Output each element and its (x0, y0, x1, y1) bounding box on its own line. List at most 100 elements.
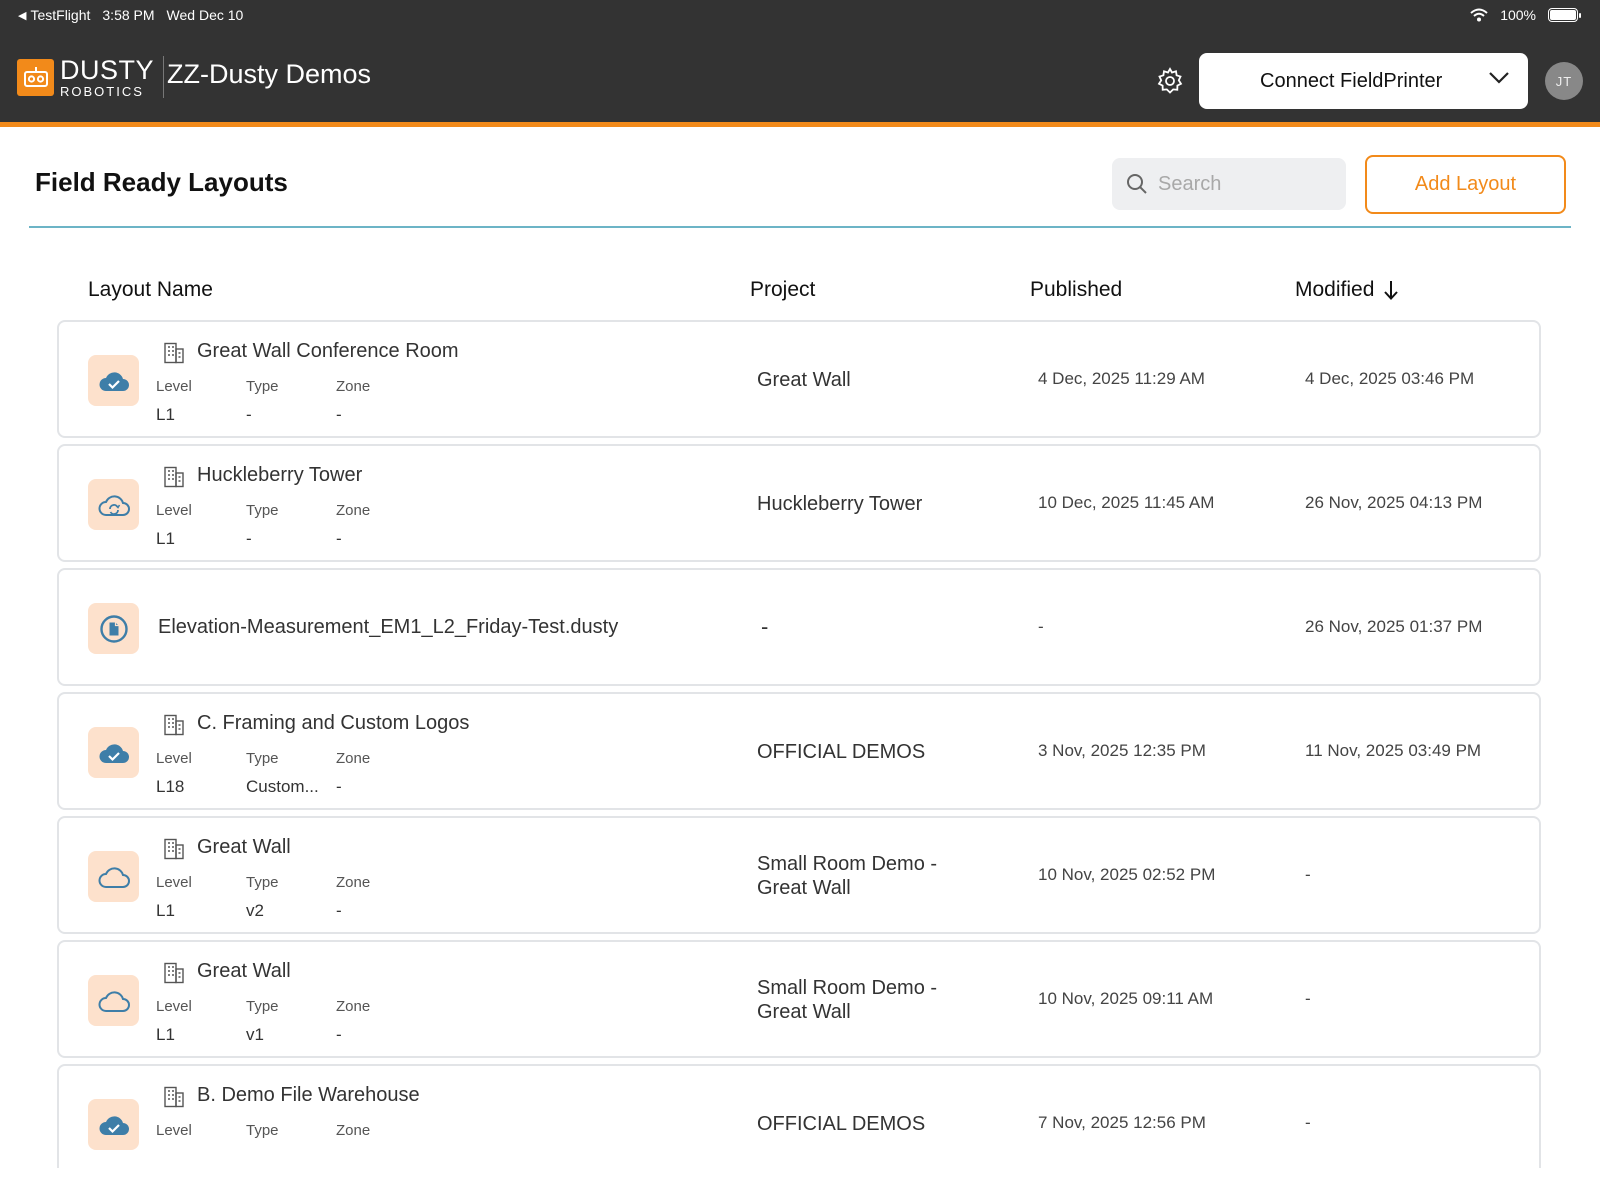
zone-label: Zone (336, 750, 371, 767)
settings-gear-icon[interactable] (1155, 66, 1185, 96)
company-logo: DUSTY ROBOTICS (17, 54, 165, 98)
zone-label: Zone (336, 378, 371, 395)
layout-name: Great Wall Conference Room (197, 340, 459, 362)
header-accent-line (0, 122, 1600, 127)
zone-label: Zone (336, 1122, 371, 1139)
zone-value: - (336, 901, 342, 920)
layout-name: Great Wall (197, 836, 291, 858)
modified-date: 26 Nov, 2025 01:37 PM (1305, 617, 1483, 636)
connect-label: Connect FieldPrinter (1260, 69, 1443, 92)
layout-name: C. Framing and Custom Logos (197, 712, 470, 734)
type-label: Type (246, 1122, 279, 1139)
level-label: Level (156, 1122, 192, 1139)
layout-row[interactable]: Great Wall Level Type Zone L1 v2 - Small… (57, 816, 1541, 934)
cloud-sync-icon (98, 494, 130, 516)
type-label: Type (246, 750, 279, 767)
layout-row[interactable]: Great Wall Level Type Zone L1 v1 - Small… (57, 940, 1541, 1058)
type-label: Type (246, 502, 279, 519)
column-header-modified[interactable]: Modified (1295, 278, 1400, 302)
zone-value: - (336, 1025, 342, 1044)
layout-name: Great Wall (197, 960, 291, 982)
project-name: Great Wall (757, 369, 851, 391)
type-label: Type (246, 378, 279, 395)
project-name-line2: Great Wall (757, 877, 851, 899)
modified-date: - (1305, 989, 1311, 1008)
level-value: L1 (156, 529, 175, 548)
project-name-line1: Small Room Demo - (757, 977, 938, 999)
title-divider (29, 226, 1571, 228)
cloud-check-icon (99, 1115, 129, 1135)
modified-date: - (1305, 1113, 1311, 1132)
add-layout-button[interactable]: Add Layout (1365, 155, 1566, 214)
status-time: 3:58 PM (102, 7, 155, 23)
zone-value: - (336, 529, 342, 548)
column-header-project[interactable]: Project (750, 278, 815, 302)
building-icon (164, 962, 184, 984)
project-name: Small Room Demo - Great Wall (757, 976, 977, 1024)
cloud-icon (98, 990, 130, 1012)
app-header: ◀ TestFlight 3:58 PM Wed Dec 10 100% DUS… (0, 0, 1600, 122)
back-app-label[interactable]: TestFlight (30, 7, 90, 23)
status-icon-tile (88, 603, 139, 654)
zone-label: Zone (336, 502, 371, 519)
search-box[interactable] (1112, 158, 1346, 210)
type-label: Type (246, 998, 279, 1015)
modified-date: - (1305, 865, 1311, 884)
level-label: Level (156, 750, 192, 767)
battery-icon (1548, 8, 1581, 22)
level-label: Level (156, 874, 192, 891)
project-name: OFFICIAL DEMOS (757, 741, 926, 763)
layout-row[interactable]: Huckleberry Tower Level Type Zone L1 - -… (57, 444, 1541, 562)
user-avatar[interactable]: JT (1545, 62, 1583, 100)
project-name: - (761, 614, 769, 639)
column-header-layout-name[interactable]: Layout Name (88, 278, 213, 302)
search-icon (1127, 174, 1147, 194)
layout-row[interactable]: Great Wall Conference Room Level Type Zo… (57, 320, 1541, 438)
modified-date: 4 Dec, 2025 03:46 PM (1305, 369, 1475, 388)
level-value: L1 (156, 405, 175, 424)
layout-row[interactable]: Elevation-Measurement_EM1_L2_Friday-Test… (57, 568, 1541, 686)
status-bar-right: 100% (1470, 5, 1581, 25)
published-date: 7 Nov, 2025 12:56 PM (1038, 1113, 1206, 1132)
logo-wordmark: DUSTY (60, 54, 155, 85)
robot-logo-icon (17, 58, 54, 96)
type-value: - (246, 529, 252, 548)
building-icon (164, 838, 184, 860)
type-value: Custom... (246, 777, 319, 796)
project-name-line1: Small Room Demo - (757, 853, 938, 875)
page-title: Field Ready Layouts (35, 167, 288, 197)
building-icon (164, 1086, 184, 1108)
layout-name: Elevation-Measurement_EM1_L2_Friday-Test… (158, 616, 619, 638)
published-date: 10 Nov, 2025 02:52 PM (1038, 865, 1216, 884)
layouts-list: Great Wall Conference Room Level Type Zo… (57, 320, 1541, 1168)
cloud-check-icon (99, 743, 129, 763)
level-label: Level (156, 378, 192, 395)
type-label: Type (246, 874, 279, 891)
status-date: Wed Dec 10 (166, 7, 244, 23)
type-value: - (246, 405, 252, 424)
type-value: v2 (246, 901, 264, 920)
status-icon-tile (88, 1099, 139, 1150)
connect-fieldprinter-dropdown[interactable]: Connect FieldPrinter (1199, 53, 1528, 109)
project-name: Small Room Demo - Great Wall (757, 852, 977, 900)
project-name: Huckleberry Tower (757, 493, 923, 515)
status-icon-tile (88, 479, 139, 530)
published-date: - (1038, 617, 1044, 636)
search-input[interactable] (1158, 172, 1338, 196)
status-icon-tile (88, 727, 139, 778)
logo-divider (163, 56, 165, 98)
layout-row[interactable]: C. Framing and Custom Logos Level Type Z… (57, 692, 1541, 810)
level-label: Level (156, 502, 192, 519)
sort-descending-arrow-icon (1384, 281, 1399, 300)
back-arrow-icon[interactable]: ◀ (18, 9, 26, 22)
project-name: OFFICIAL DEMOS (757, 1113, 926, 1135)
type-value: v1 (246, 1025, 264, 1044)
status-icon-tile (88, 355, 139, 406)
column-header-published[interactable]: Published (1030, 278, 1122, 302)
layout-row[interactable]: B. Demo File Warehouse Level Type Zone O… (57, 1064, 1541, 1168)
level-value: L1 (156, 901, 175, 920)
building-icon (164, 466, 184, 488)
level-value: L1 (156, 1025, 175, 1044)
file-icon (99, 614, 128, 643)
status-icon-tile (88, 851, 139, 902)
